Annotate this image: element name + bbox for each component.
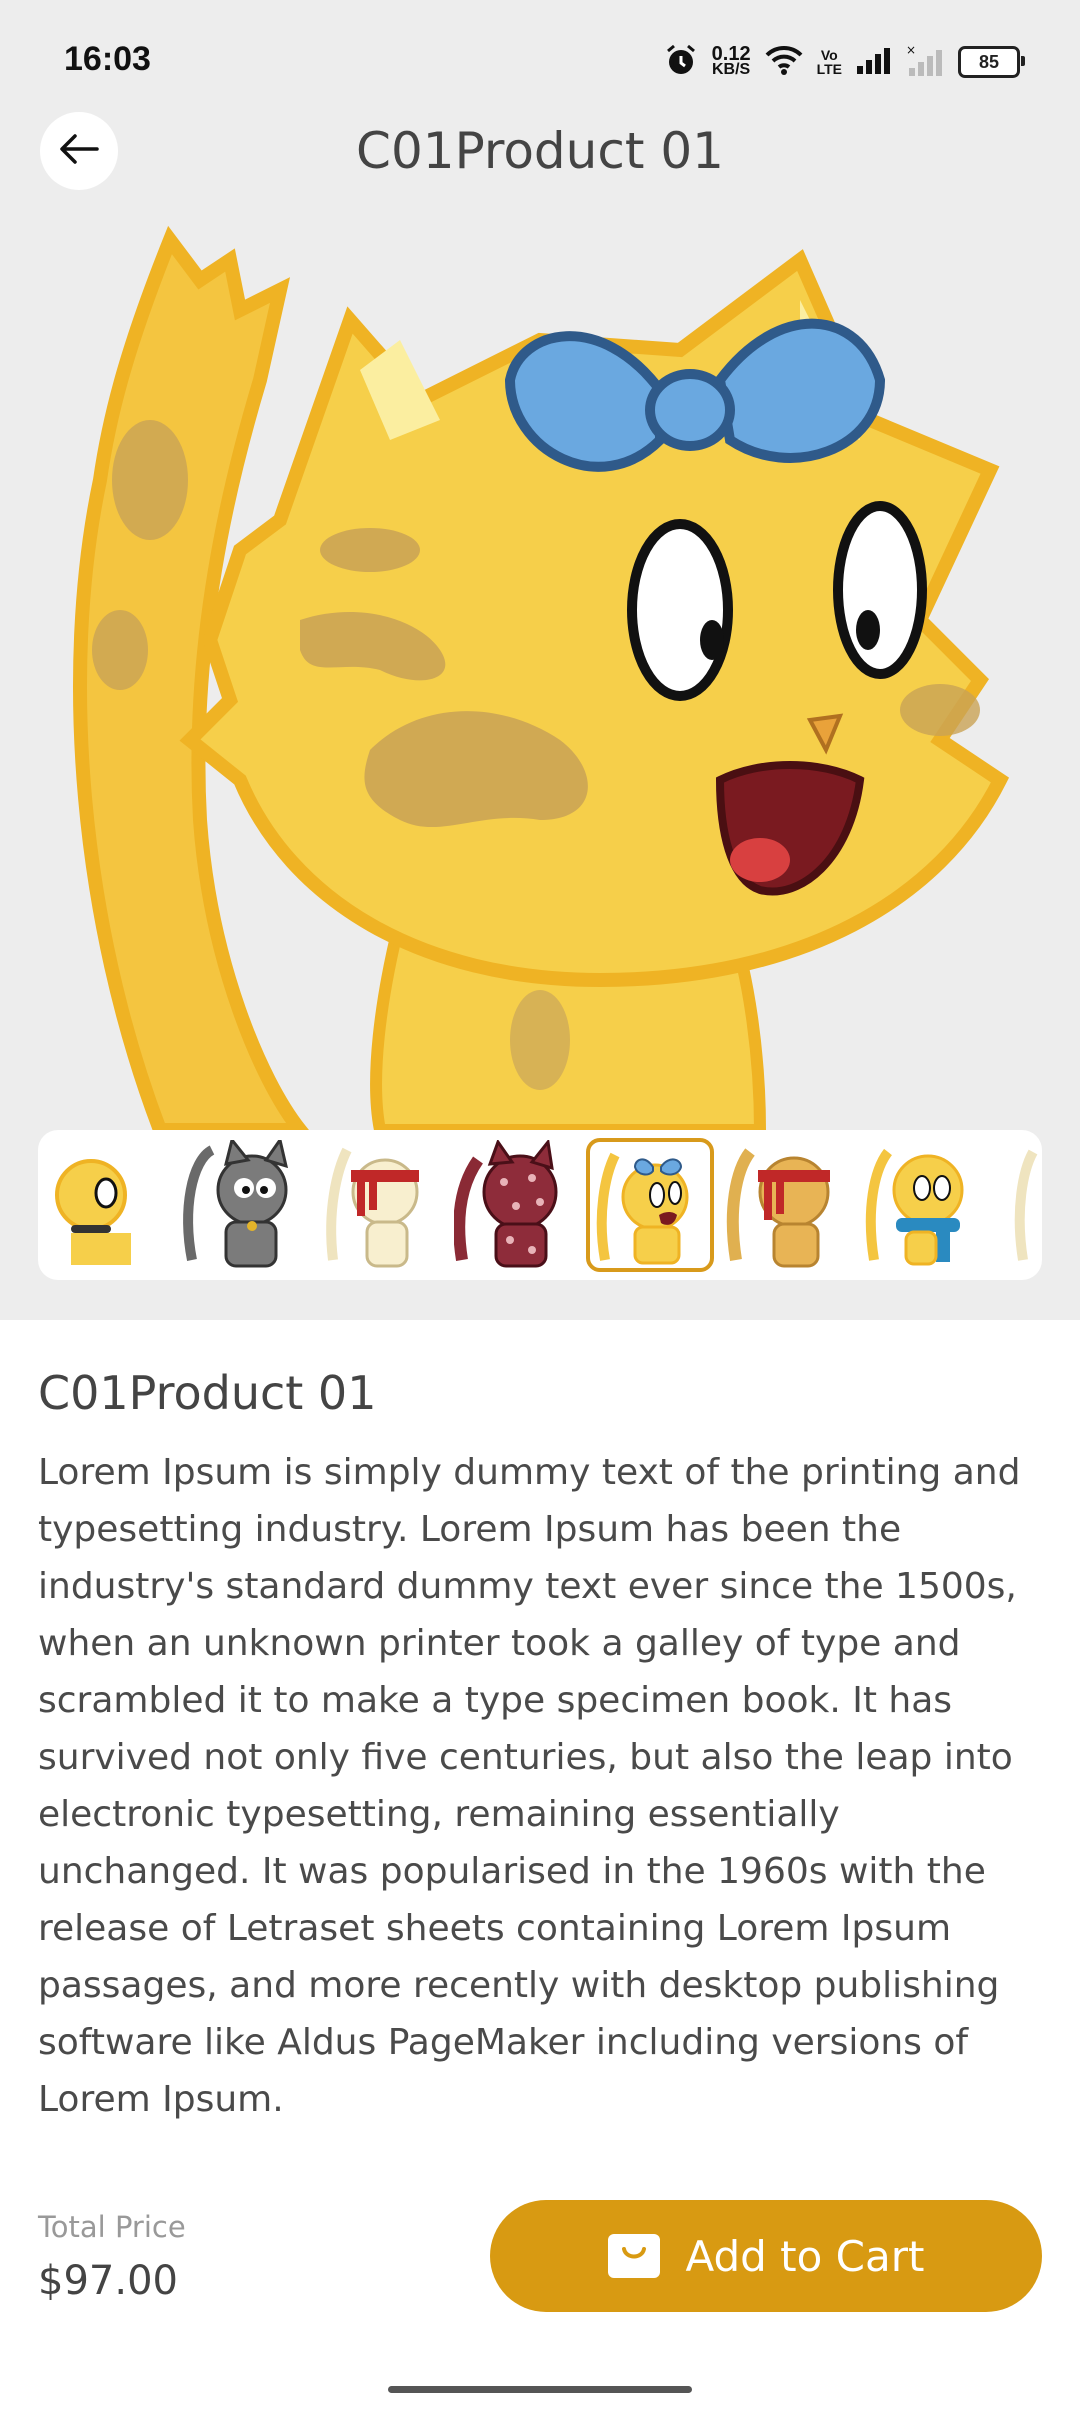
net-speed: 0.12 KB/S xyxy=(711,43,751,78)
signal-no-service-icon: × xyxy=(906,43,944,80)
total-price-value: $97.00 xyxy=(38,2258,178,2304)
total-price-label: Total Price xyxy=(38,2210,186,2244)
signal-icon xyxy=(856,46,892,78)
thumbnail-cream-cat-red-headband[interactable] xyxy=(314,1138,442,1272)
volte-icon: Vo LTE xyxy=(817,48,842,76)
thumbnail-yellow-cat-collar[interactable] xyxy=(42,1138,170,1272)
product-description: Lorem Ipsum is simply dummy text of the … xyxy=(38,1452,1021,2120)
thumbnail-yellow-cat-blue-bow-selected[interactable] xyxy=(586,1138,714,1272)
volte-line1: Vo xyxy=(820,47,838,63)
thumbnail-strip[interactable] xyxy=(38,1130,1042,1280)
thumbnail-orange-cat-red-headband[interactable] xyxy=(722,1138,850,1272)
product-main-image xyxy=(40,220,1040,1130)
thumbnail-cream-cat-red-band-partial[interactable] xyxy=(994,1138,1042,1272)
svg-text:×: × xyxy=(906,44,916,57)
thumbnail-maroon-spotted-cat[interactable] xyxy=(450,1138,578,1272)
shopping-bag-icon xyxy=(607,2234,660,2278)
product-name: C01Product 01 xyxy=(38,1366,377,1420)
alarm-icon xyxy=(664,43,698,81)
thumbnail-gray-cat[interactable] xyxy=(178,1138,306,1272)
home-indicator[interactable] xyxy=(388,2386,692,2393)
net-speed-value: 0.12 xyxy=(711,43,751,65)
status-icons: 0.12 KB/S Vo LTE × 85 xyxy=(664,42,1025,82)
thumbnail-yellow-cat-blue-scarf[interactable] xyxy=(858,1138,986,1272)
add-to-cart-label: Add to Cart xyxy=(685,2231,925,2281)
arrow-left-icon xyxy=(59,133,99,169)
add-to-cart-button[interactable]: Add to Cart xyxy=(490,2200,1042,2312)
net-speed-unit: KB/S xyxy=(712,61,751,78)
wifi-icon xyxy=(765,45,803,79)
volte-line2: LTE xyxy=(816,61,842,77)
back-button[interactable] xyxy=(40,112,118,190)
battery-icon: 85 xyxy=(958,46,1025,78)
status-bar: 16:03 0.12 KB/S Vo LTE × 85 xyxy=(0,0,1080,120)
status-time: 16:03 xyxy=(64,40,151,78)
